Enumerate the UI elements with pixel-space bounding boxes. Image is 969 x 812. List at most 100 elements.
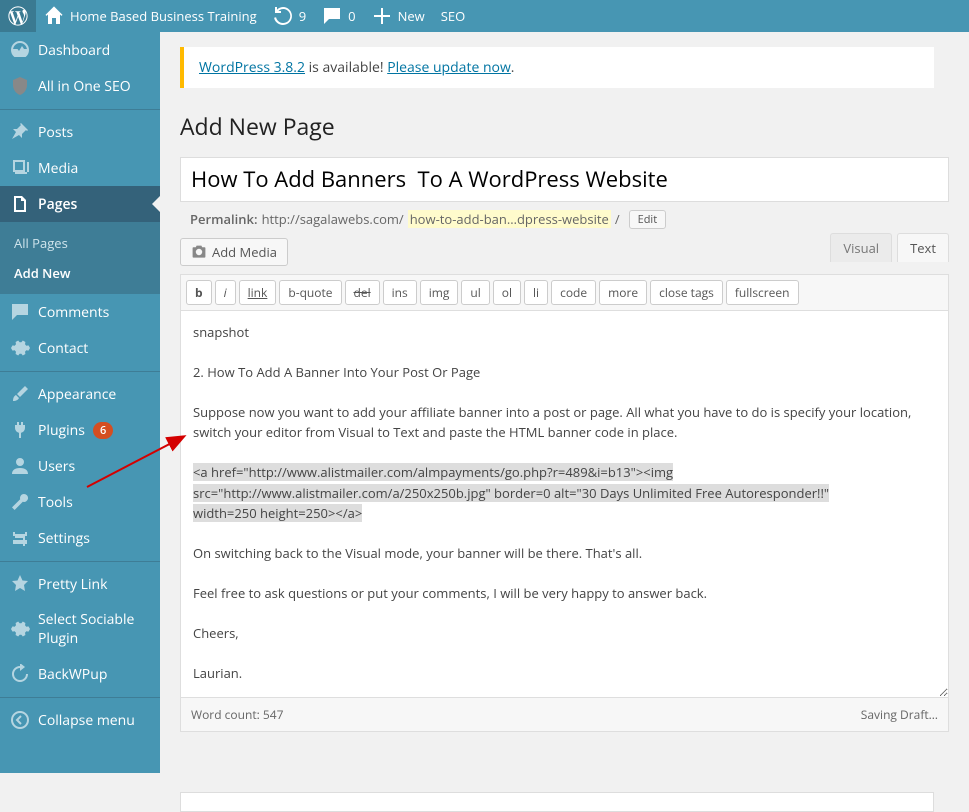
quicktags-toolbar: b i link b-quote del ins img ul ol li co… (180, 274, 949, 311)
permalink-label: Permalink: (190, 210, 258, 228)
permalink-base: http://sagalawebs.com/ (262, 210, 404, 228)
editor-tabs: Visual Text (825, 233, 949, 262)
tab-text[interactable]: Text (897, 233, 949, 262)
sidebar-item-settings[interactable]: Settings (0, 520, 160, 556)
plugins-count-badge: 6 (93, 422, 113, 439)
word-count: Word count: 547 (191, 706, 283, 723)
plug-icon (10, 420, 30, 440)
permalink-slug[interactable]: how-to-add-ban…dpress-website (408, 210, 611, 228)
sidebar-item-tools[interactable]: Tools (0, 484, 160, 520)
posts-label: Posts (38, 123, 73, 142)
panel-placeholder (180, 792, 934, 812)
qt-bold[interactable]: b (186, 280, 212, 305)
home-icon (44, 6, 64, 26)
dashboard-icon (10, 40, 30, 60)
permalink-trail: / (615, 210, 620, 228)
title-input[interactable] (180, 157, 949, 202)
sidebar-item-contact[interactable]: Contact (0, 330, 160, 366)
sliders-icon (10, 528, 30, 548)
updates[interactable]: 9 (265, 0, 314, 32)
plus-icon (372, 6, 392, 26)
sidebar-item-comments[interactable]: Comments (0, 294, 160, 330)
qt-ul[interactable]: ul (461, 280, 489, 305)
new-label: New (398, 7, 425, 25)
star-icon (10, 574, 30, 594)
qt-italic[interactable]: i (215, 280, 236, 305)
page-icon (10, 194, 30, 214)
comment-icon (10, 302, 30, 322)
media-icon (10, 158, 30, 178)
permalink-row: Permalink: http://sagalawebs.com/how-to-… (180, 202, 949, 233)
wp-logo[interactable] (0, 0, 36, 32)
sidebar-item-backwpup[interactable]: BackWPup (0, 656, 160, 692)
sidebar-item-media[interactable]: Media (0, 150, 160, 186)
page-title: Add New Page (180, 103, 949, 145)
content-textarea[interactable]: snapshot 2. How To Add A Banner Into You… (180, 311, 949, 698)
wordpress-icon (8, 6, 28, 26)
sidebar-item-collapse[interactable]: Collapse menu (0, 702, 160, 738)
pin-icon (10, 122, 30, 142)
main-content: WordPress 3.8.2 is available! Please upd… (160, 32, 969, 812)
update-mid: is available! (305, 58, 387, 77)
qt-del[interactable]: del (345, 280, 380, 305)
new-content[interactable]: New (364, 0, 433, 32)
qt-bquote[interactable]: b-quote (279, 280, 341, 305)
admin-toolbar: Home Based Business Training 9 0 New SEO (0, 0, 969, 32)
backup-icon (10, 664, 30, 684)
sidebar-item-plugins[interactable]: Plugins 6 (0, 412, 160, 448)
add-media-button[interactable]: Add Media (180, 238, 288, 266)
sidebar-item-pages[interactable]: Pages (0, 186, 160, 222)
update-now-link[interactable]: Please update now (387, 58, 511, 77)
qt-link[interactable]: link (239, 280, 277, 305)
sociable-label: Select Sociable Plugin (38, 610, 150, 648)
qt-img[interactable]: img (420, 280, 459, 305)
submenu-add-new[interactable]: Add New (0, 258, 160, 288)
admin-sidebar: Dashboard All in One SEO Posts Media Pag… (0, 32, 160, 773)
qt-li[interactable]: li (524, 280, 548, 305)
appearance-label: Appearance (38, 385, 116, 404)
sidebar-item-users[interactable]: Users (0, 448, 160, 484)
plugins-label: Plugins (38, 421, 85, 440)
gear-icon (10, 619, 30, 639)
shield-icon (10, 76, 30, 96)
comments-label: Comments (38, 303, 109, 322)
seo-label: SEO (441, 7, 465, 25)
tab-visual[interactable]: Visual (830, 233, 892, 262)
pages-label: Pages (38, 195, 77, 214)
edit-permalink-button[interactable]: Edit (629, 210, 667, 229)
add-media-label: Add Media (212, 243, 277, 261)
qt-ol[interactable]: ol (493, 280, 521, 305)
camera-icon (191, 244, 207, 260)
qt-ins[interactable]: ins (383, 280, 417, 305)
seo-menu[interactable]: SEO (433, 0, 473, 32)
qt-code[interactable]: code (551, 280, 596, 305)
sidebar-item-aioseo[interactable]: All in One SEO (0, 68, 160, 104)
comment-icon (322, 6, 342, 26)
qt-more[interactable]: more (599, 280, 647, 305)
collapse-label: Collapse menu (38, 711, 135, 730)
backwpup-label: BackWPup (38, 665, 107, 684)
sidebar-item-sociable[interactable]: Select Sociable Plugin (0, 602, 160, 656)
editor-statusbar: Word count: 547 Saving Draft… (180, 698, 949, 732)
update-version-link[interactable]: WordPress 3.8.2 (199, 58, 305, 77)
brush-icon (10, 384, 30, 404)
users-label: Users (38, 457, 75, 476)
sidebar-item-appearance[interactable]: Appearance (0, 376, 160, 412)
save-status: Saving Draft… (861, 706, 938, 723)
update-nag: WordPress 3.8.2 is available! Please upd… (180, 47, 934, 88)
user-icon (10, 456, 30, 476)
settings-label: Settings (38, 529, 90, 548)
qt-fullscreen[interactable]: fullscreen (726, 280, 799, 305)
submenu-all-pages[interactable]: All Pages (0, 228, 160, 258)
site-name[interactable]: Home Based Business Training (36, 0, 265, 32)
site-title-label: Home Based Business Training (70, 7, 257, 25)
sidebar-item-posts[interactable]: Posts (0, 114, 160, 150)
sidebar-item-pretty-link[interactable]: Pretty Link (0, 566, 160, 602)
qt-close[interactable]: close tags (650, 280, 723, 305)
comments-count: 0 (348, 7, 355, 25)
comments[interactable]: 0 (314, 0, 363, 32)
sidebar-item-dashboard[interactable]: Dashboard (0, 32, 160, 68)
aioseo-label: All in One SEO (38, 77, 131, 96)
collapse-icon (10, 710, 30, 730)
pretty-link-label: Pretty Link (38, 575, 107, 594)
